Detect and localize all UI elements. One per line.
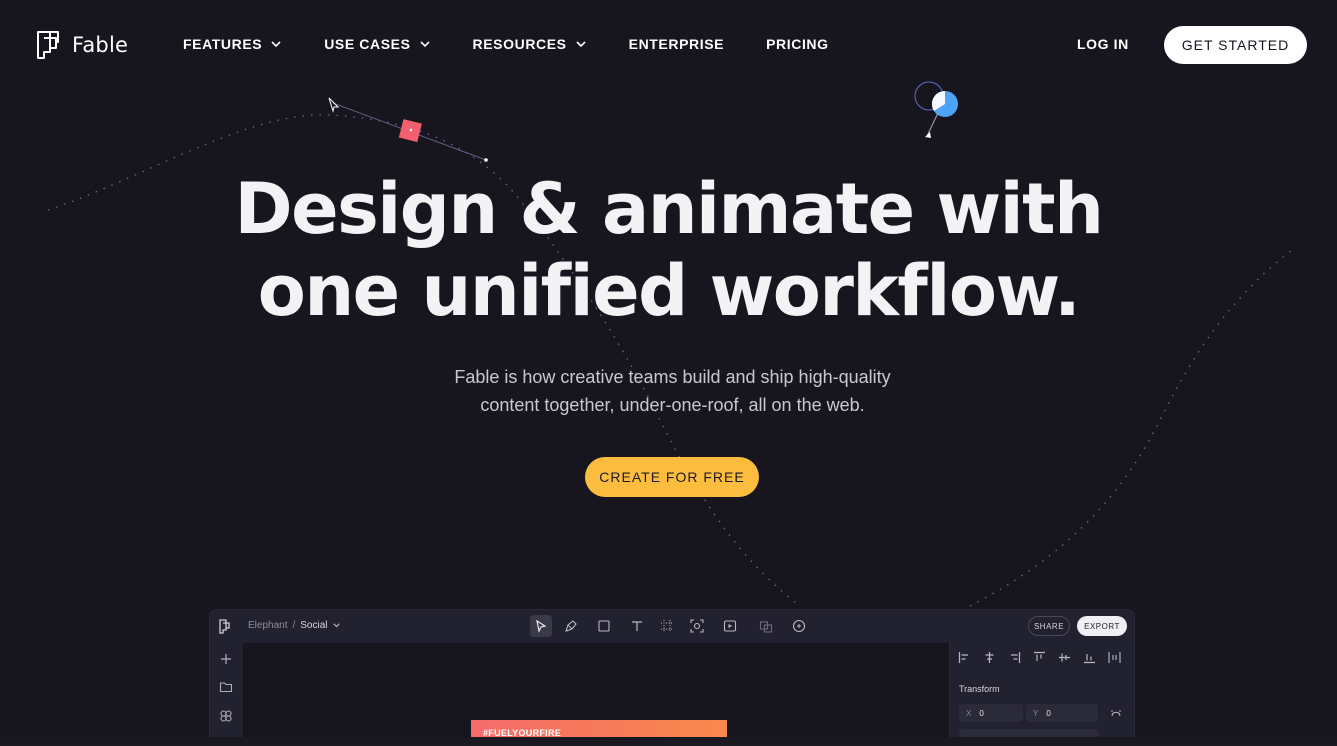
nav-item-features[interactable]: FEATURES: [183, 36, 281, 52]
align-bottom-icon[interactable]: [1083, 651, 1096, 664]
component-icon[interactable]: [219, 709, 233, 723]
hero-subtitle-line: content together, under-one-roof, all on…: [480, 395, 865, 415]
alignment-controls: [958, 651, 1121, 664]
share-button[interactable]: SHARE: [1028, 616, 1070, 636]
app-preview: Elephant / Social SHARE EXPORT #FUELYOUR…: [209, 609, 1135, 746]
login-link[interactable]: LOG IN: [1077, 36, 1129, 52]
align-right-icon[interactable]: [1008, 651, 1021, 664]
link-dimensions-icon[interactable]: [1110, 707, 1122, 719]
shapes-tool[interactable]: [752, 615, 780, 637]
nav-item-enterprise[interactable]: ENTERPRISE: [629, 36, 724, 52]
nav-item-use-cases[interactable]: USE CASES: [324, 36, 430, 52]
canvas[interactable]: #FUELYOURFIRE: [243, 643, 949, 746]
media-icon: [723, 620, 737, 632]
chevron-down-icon[interactable]: [332, 623, 340, 628]
hero-title: Design & animate with one unified workfl…: [0, 168, 1337, 332]
x-value: 0: [979, 708, 984, 718]
breadcrumb: Elephant / Social: [248, 620, 340, 631]
y-field[interactable]: Y 0: [1026, 704, 1098, 722]
align-top-icon[interactable]: [1033, 651, 1046, 664]
pen-icon: [565, 620, 577, 632]
folder-icon[interactable]: [219, 680, 233, 694]
chevron-down-icon: [271, 40, 281, 47]
nav-item-resources[interactable]: RESOURCES: [473, 36, 586, 52]
select-tool[interactable]: [530, 615, 552, 637]
grid-icon: [661, 620, 673, 632]
x-key: X: [966, 708, 972, 718]
hero-title-line: Design & animate with: [234, 168, 1104, 250]
brand-logo[interactable]: Fable: [36, 30, 128, 60]
nav-item-label: FEATURES: [183, 36, 263, 52]
get-started-button[interactable]: GET STARTED: [1164, 26, 1307, 64]
shapes-icon: [759, 621, 773, 633]
properties-panel: Transform X 0 Y 0: [949, 643, 1134, 746]
comment-icon: [792, 619, 806, 633]
cursor-arrow-icon: [328, 97, 340, 113]
select-icon: [536, 619, 547, 633]
frame-tool[interactable]: [686, 615, 708, 637]
chevron-down-icon: [576, 40, 586, 47]
plus-icon[interactable]: [219, 652, 233, 666]
rectangle-icon: [598, 620, 610, 632]
main-nav: FEATURES USE CASES RESOURCES ENTERPRISE …: [183, 36, 829, 52]
create-for-free-button[interactable]: CREATE FOR FREE: [585, 457, 759, 497]
tool-palette: [530, 615, 810, 637]
breadcrumb-separator: /: [292, 620, 296, 631]
nav-item-label: ENTERPRISE: [628, 36, 725, 52]
transform-label: Transform: [959, 684, 1000, 694]
hero-title-line: one unified workflow.: [257, 250, 1081, 332]
left-rail: [210, 643, 244, 746]
blue-circle-shape: [932, 91, 958, 117]
export-button[interactable]: EXPORT: [1077, 616, 1127, 636]
app-toolbar: Elephant / Social SHARE EXPORT: [210, 610, 1134, 644]
landing-page: Fable FEATURES USE CASES RESOURCES ENTER…: [0, 0, 1337, 746]
frame-icon: [690, 619, 704, 633]
comment-tool[interactable]: [788, 615, 810, 637]
text-tool[interactable]: [626, 615, 648, 637]
align-left-icon[interactable]: [958, 651, 971, 664]
nav-item-label: USE CASES: [324, 36, 411, 52]
pen-tool[interactable]: [560, 615, 582, 637]
x-field[interactable]: X 0: [959, 704, 1023, 722]
align-center-v-icon[interactable]: [1058, 651, 1071, 664]
breadcrumb-file[interactable]: Social: [300, 620, 327, 631]
chevron-down-icon: [419, 40, 430, 47]
align-center-h-icon[interactable]: [983, 651, 996, 664]
y-key: Y: [1033, 708, 1039, 718]
brand-name: Fable: [72, 33, 129, 57]
grid-tool[interactable]: [656, 615, 678, 637]
nav-item-pricing[interactable]: PRICING: [766, 36, 829, 52]
top-navigation: Fable FEATURES USE CASES RESOURCES ENTER…: [0, 0, 1337, 90]
rectangle-tool[interactable]: [590, 615, 618, 637]
hero-subtitle-line: Fable is how creative teams build and sh…: [454, 367, 891, 387]
text-icon: [632, 621, 642, 631]
distribute-icon[interactable]: [1108, 651, 1121, 664]
nav-item-label: RESOURCES: [472, 36, 567, 52]
fable-logo-icon[interactable]: [219, 619, 232, 634]
fable-logo-icon: [37, 31, 59, 59]
hero-subtitle: Fable is how creative teams build and sh…: [0, 363, 1337, 419]
media-tool[interactable]: [716, 615, 744, 637]
nav-item-label: PRICING: [766, 36, 829, 52]
pink-square-shape: [398, 119, 422, 143]
bottom-edge: [0, 737, 1337, 746]
y-value: 0: [1046, 708, 1051, 718]
breadcrumb-project[interactable]: Elephant: [248, 620, 287, 631]
